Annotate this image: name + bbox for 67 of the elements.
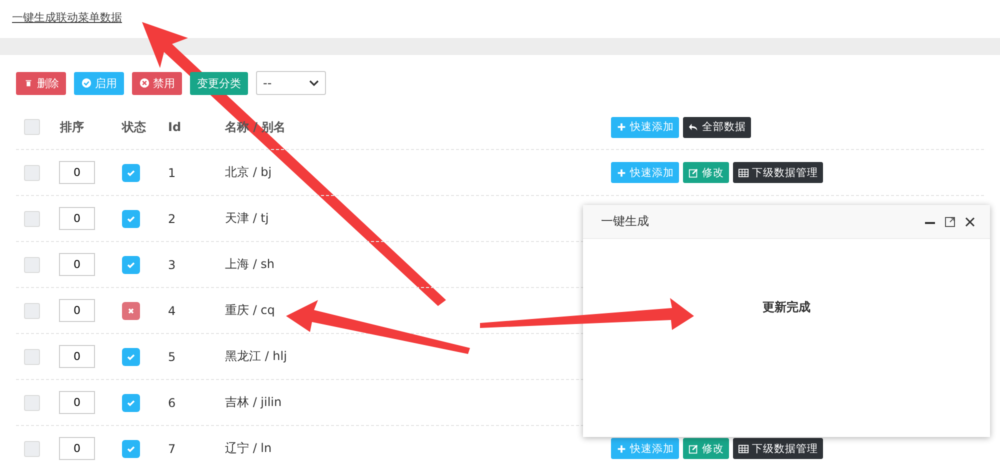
column-header: 状态 — [122, 120, 146, 134]
sort-field[interactable]: 0 — [59, 299, 95, 322]
sort-field[interactable]: 0 — [59, 253, 95, 276]
caret-icon — [309, 79, 319, 87]
dialog-message: 更新完成 — [762, 299, 810, 315]
cross-icon — [126, 306, 136, 316]
id-text: 1 — [168, 166, 176, 180]
checkbox[interactable] — [24, 256, 40, 272]
action-button[interactable]: 下级数据管理 — [733, 162, 823, 183]
action-button[interactable]: 禁用 — [132, 72, 182, 94]
category-select[interactable]: -- — [256, 71, 326, 95]
sort-field[interactable]: 0 — [59, 391, 95, 414]
top-link[interactable]: 一键生成联动菜单数据 — [12, 11, 122, 24]
sort-field[interactable]: 0 — [59, 437, 95, 460]
edit-icon — [688, 442, 699, 454]
id-text: 3 — [168, 258, 176, 272]
checkbox[interactable] — [24, 164, 40, 180]
id-text: 4 — [168, 304, 176, 318]
checkmark-icon — [126, 260, 136, 270]
name-text: 天津 / tj — [225, 211, 269, 225]
sort-field[interactable]: 0 — [59, 161, 95, 184]
checkbox[interactable] — [24, 302, 40, 318]
column-header: Id — [168, 120, 182, 134]
maximize-icon[interactable] — [944, 216, 956, 228]
table-icon — [738, 166, 749, 178]
table-icon — [738, 442, 749, 454]
cross-circle-icon — [139, 77, 150, 89]
status-toggle[interactable] — [122, 210, 140, 228]
id-text: 7 — [168, 442, 176, 456]
status-toggle[interactable] — [122, 394, 140, 412]
action-button[interactable]: 全部数据 — [683, 116, 751, 138]
name-text: 上海 / sh — [225, 257, 275, 271]
dialog-title: 一键生成 — [601, 213, 649, 230]
status-toggle[interactable] — [122, 440, 140, 458]
checkbox[interactable] — [24, 210, 40, 226]
plus-icon — [616, 166, 627, 178]
checkmark-icon — [126, 398, 136, 408]
checkbox[interactable] — [24, 440, 40, 456]
checkmark-icon — [126, 168, 136, 178]
plus-icon — [616, 121, 627, 133]
checkmark-icon — [126, 214, 136, 224]
edit-icon — [688, 166, 699, 178]
name-text: 重庆 / cq — [225, 303, 275, 317]
checkbox[interactable] — [24, 348, 40, 364]
id-text: 2 — [168, 212, 176, 226]
name-text: 北京 / bj — [225, 165, 272, 179]
status-toggle[interactable] — [122, 164, 140, 182]
checkmark-icon — [126, 444, 136, 454]
sort-field[interactable]: 0 — [59, 207, 95, 230]
action-button[interactable]: 删除 — [16, 72, 66, 94]
checkbox[interactable] — [24, 394, 40, 410]
id-text: 6 — [168, 396, 176, 410]
checkmark-icon — [126, 352, 136, 362]
name-text: 黑龙江 / hlj — [225, 349, 287, 363]
check-circle-icon — [81, 77, 92, 89]
plus-icon — [616, 442, 627, 454]
name-text: 吉林 / jilin — [225, 395, 282, 409]
action-button[interactable]: 下级数据管理 — [733, 438, 823, 459]
status-toggle[interactable] — [122, 256, 140, 274]
column-header: 排序 — [60, 120, 84, 134]
name-text: 辽宁 / ln — [225, 441, 272, 455]
sort-field[interactable]: 0 — [59, 345, 95, 368]
id-text: 5 — [168, 350, 176, 364]
status-toggle[interactable] — [122, 302, 140, 320]
status-toggle[interactable] — [122, 348, 140, 366]
close-icon[interactable] — [964, 216, 976, 228]
checkbox[interactable] — [24, 119, 40, 135]
